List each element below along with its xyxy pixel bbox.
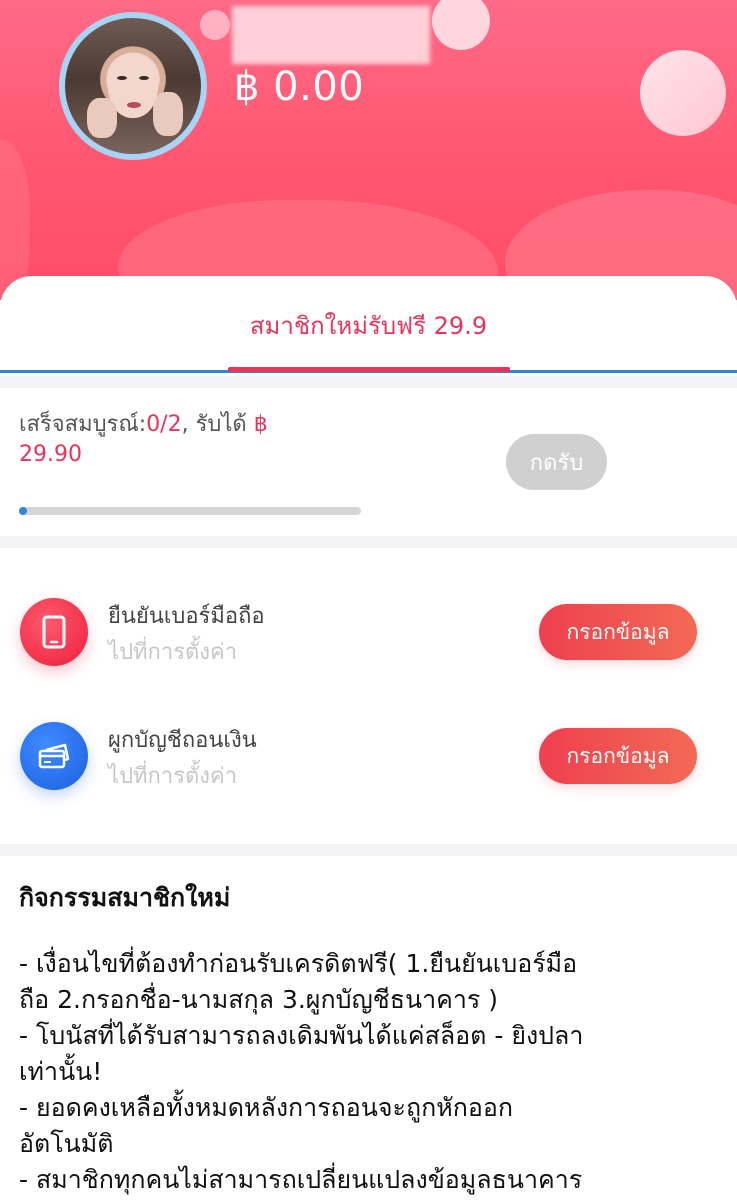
progress-bar-fill <box>19 507 27 515</box>
tab-new-member-bonus[interactable]: สมาชิกใหม่รับฟรี 29.9 <box>0 306 737 345</box>
decor-bubble <box>432 0 490 50</box>
progress-bar <box>19 507 361 515</box>
fill-info-button[interactable]: กรอกข้อมูล <box>539 728 697 784</box>
info-line: - ยอดคงเหลือทั้งหมดหลังการถอนจะถูกหักออก <box>19 1093 514 1122</box>
phone-icon <box>20 598 88 666</box>
task-bind-withdraw-account: ผูกบัญชีถอนเงิน ไปที่การตั้งค่า กรอกข้อม… <box>0 712 737 812</box>
task-subtitle[interactable]: ไปที่การตั้งค่า <box>108 758 237 793</box>
decor-bubble <box>200 10 230 40</box>
task-subtitle[interactable]: ไปที่การตั้งค่า <box>108 634 237 669</box>
receive-text: , รับได้ <box>181 412 254 437</box>
tab-active-indicator <box>228 367 510 372</box>
balance-amount: ฿ 0.00 <box>234 64 365 110</box>
info-line: เท่านั้น! <box>19 1057 103 1086</box>
info-body: - เงื่อนไขที่ต้องทำก่อนรับเครดิตฟรี( 1.ย… <box>19 946 724 1198</box>
reward-amount: 29.90 <box>19 442 82 467</box>
profile-header: ฿ 0.00 <box>0 0 737 300</box>
progress-card: เสร็จสมบูรณ์:0/2, รับได้ ฿ 29.90 กดรับ <box>0 388 737 536</box>
progress-status: เสร็จสมบูรณ์:0/2, รับได้ ฿ 29.90 <box>19 410 339 470</box>
avatar-image <box>65 18 201 154</box>
info-line: อัตโนมัติ <box>19 1129 114 1158</box>
currency-symbol: ฿ <box>253 412 268 437</box>
fill-info-button[interactable]: กรอกข้อมูล <box>539 604 697 660</box>
status-count: 0/2 <box>146 412 182 437</box>
task-title: ยืนยันเบอร์มือถือ <box>108 604 265 629</box>
info-line: - โบนัสที่ได้รับสามารถลงเดิมพันได้แค่สล็… <box>19 1021 584 1050</box>
info-line: ถือ 2.กรอกชื่อ-นามสกุล 3.ผูกบัญชีธนาคาร … <box>19 985 498 1014</box>
card-icon <box>20 722 88 790</box>
info-title: กิจกรรมสมาชิกใหม่ <box>19 883 231 912</box>
info-line: - สมาชิกทุกคนไม่สามารถเปลี่ยนแปลงข้อมูลธ… <box>19 1165 583 1194</box>
info-line: - เงื่อนไขที่ต้องทำก่อนรับเครดิตฟรี( 1.ย… <box>19 949 578 978</box>
task-title: ผูกบัญชีถอนเงิน <box>108 728 257 753</box>
task-list: ยืนยันเบอร์มือถือ ไปที่การตั้งค่า กรอกข้… <box>0 548 737 844</box>
task-verify-phone: ยืนยันเบอร์มือถือ ไปที่การตั้งค่า กรอกข้… <box>0 588 737 688</box>
username-redacted <box>232 6 430 64</box>
status-prefix: เสร็จสมบูรณ์: <box>19 412 147 437</box>
activity-info: กิจกรรมสมาชิกใหม่ - เงื่อนไขที่ต้องทำก่อ… <box>0 856 737 1200</box>
avatar[interactable] <box>59 12 207 160</box>
decor-bubble <box>640 50 726 136</box>
claim-button[interactable]: กดรับ <box>506 434 607 490</box>
tab-bar: สมาชิกใหม่รับฟรี 29.9 <box>0 276 737 376</box>
